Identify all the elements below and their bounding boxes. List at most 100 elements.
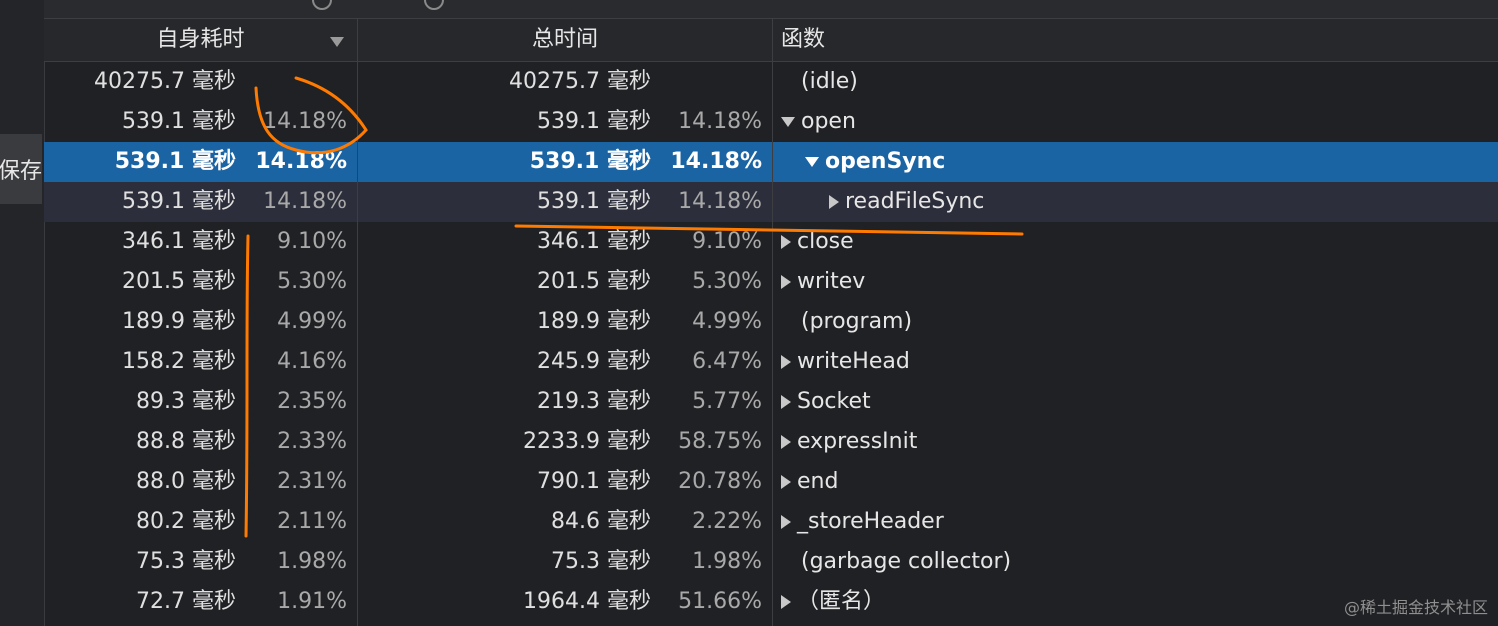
table-row[interactable]: 189.9 毫秒 4.99% 189.9 毫秒 4.99% (program): [44, 302, 1498, 342]
column-divider: [772, 19, 773, 626]
total-time-ms: 75.3 毫秒: [551, 549, 651, 574]
self-time-percent: 1.91%: [277, 589, 347, 614]
table-row[interactable]: 539.1 毫秒 14.18% 539.1 毫秒 14.18% open: [44, 102, 1498, 142]
table-row[interactable]: 88.0 毫秒 2.31% 790.1 毫秒 20.78% end: [44, 462, 1498, 502]
table-header: 自身耗时 总时间 函数: [44, 19, 1498, 62]
table-row[interactable]: 75.3 毫秒 1.98% 75.3 毫秒 1.98% (garbage collect…: [44, 542, 1498, 582]
function-cell: end: [781, 462, 838, 502]
function-name: openSync: [825, 149, 946, 174]
function-name: end: [797, 469, 839, 494]
function-name: Socket: [797, 389, 871, 414]
total-time-percent: 4.99%: [692, 309, 762, 334]
self-time-ms: 89.3 毫秒: [136, 389, 236, 414]
self-time-percent: 2.31%: [277, 469, 347, 494]
function-cell: open: [781, 102, 856, 142]
self-time-percent: 14.18%: [263, 109, 347, 134]
function-cell: （匿名）: [781, 582, 885, 622]
self-time-percent: 4.99%: [277, 309, 347, 334]
profile-table: 自身耗时 总时间 函数 40275.7 毫秒 40275.7 毫秒 (idle) 53…: [44, 19, 1498, 626]
total-time-percent: 14.18%: [678, 109, 762, 134]
total-time-ms: 1964.4 毫秒: [523, 589, 651, 614]
self-time-ms: 539.1 毫秒: [122, 189, 236, 214]
expanded-triangle-icon[interactable]: [781, 117, 795, 127]
function-name: writev: [797, 269, 866, 294]
total-time-ms: 189.9 毫秒: [537, 309, 651, 334]
table-row[interactable]: 88.8 毫秒 2.33% 2233.9 毫秒 58.75% expressInit: [44, 422, 1498, 462]
table-row[interactable]: 40275.7 毫秒 40275.7 毫秒 (idle): [44, 62, 1498, 102]
collapsed-triangle-icon[interactable]: [781, 275, 791, 289]
table-row[interactable]: 346.1 毫秒 9.10% 346.1 毫秒 9.10% close: [44, 222, 1498, 262]
total-time-percent: 14.18%: [670, 149, 762, 174]
self-time-label: 自身耗时: [156, 27, 245, 52]
self-time-ms: 158.2 毫秒: [122, 349, 236, 374]
table-row[interactable]: 539.1 毫秒 14.18% 539.1 毫秒 14.18% openSync: [44, 142, 1498, 182]
self-time-ms: 539.1 毫秒: [122, 109, 236, 134]
self-time-ms: 88.0 毫秒: [136, 469, 236, 494]
self-time-ms: 201.5 毫秒: [122, 269, 236, 294]
column-header-function[interactable]: 函数: [773, 19, 1498, 61]
top-toolbar: [44, 0, 1498, 19]
column-header-self-time[interactable]: 自身耗时: [44, 19, 357, 61]
total-time-ms: 40275.7 毫秒: [509, 69, 651, 94]
watermark: @稀土掘金技术社区: [1343, 598, 1488, 617]
total-time-ms: 2233.9 毫秒: [523, 429, 651, 454]
total-time-percent: 51.66%: [678, 589, 762, 614]
self-time-percent: 14.18%: [255, 149, 347, 174]
function-name: (program): [801, 309, 913, 334]
self-time-ms: 40275.7 毫秒: [94, 69, 236, 94]
radio-icon[interactable]: [424, 0, 444, 10]
collapsed-triangle-icon[interactable]: [781, 595, 791, 609]
total-time-ms: 219.3 毫秒: [537, 389, 651, 414]
total-time-percent: 58.75%: [678, 429, 762, 454]
collapsed-triangle-icon[interactable]: [781, 355, 791, 369]
radio-icon[interactable]: [312, 0, 332, 10]
function-cell: _storeHeader: [781, 502, 944, 542]
collapsed-triangle-icon[interactable]: [781, 475, 791, 489]
table-row[interactable]: 80.2 毫秒 2.11% 84.6 毫秒 2.22% _storeHeader: [44, 502, 1498, 542]
total-time-ms: 790.1 毫秒: [537, 469, 651, 494]
self-time-ms: 80.2 毫秒: [136, 509, 236, 534]
table-row[interactable]: 539.1 毫秒 14.18% 539.1 毫秒 14.18% readFileSync: [44, 182, 1498, 222]
save-button[interactable]: 保存: [0, 134, 42, 204]
collapsed-triangle-icon[interactable]: [781, 395, 791, 409]
collapsed-triangle-icon[interactable]: [781, 235, 791, 249]
total-time-percent: 5.77%: [692, 389, 762, 414]
function-cell: Socket: [781, 382, 871, 422]
left-pane: 保存: [0, 0, 45, 626]
self-time-ms: 72.7 毫秒: [136, 589, 236, 614]
total-time-ms: 201.5 毫秒: [537, 269, 651, 294]
collapsed-triangle-icon[interactable]: [781, 515, 791, 529]
function-cell: writev: [781, 262, 865, 302]
self-time-percent: 4.16%: [277, 349, 347, 374]
function-cell: (garbage collector): [781, 542, 1011, 582]
sort-descending-icon[interactable]: [330, 37, 344, 47]
table-row[interactable]: 72.7 毫秒 1.91% 1964.4 毫秒 51.66% （匿名）: [44, 582, 1498, 622]
total-time-percent: 2.22%: [692, 509, 762, 534]
self-time-ms: 75.3 毫秒: [136, 549, 236, 574]
function-name: （匿名）: [797, 589, 886, 614]
self-time-ms: 189.9 毫秒: [122, 309, 236, 334]
function-name: (idle): [801, 69, 858, 94]
self-time-percent: 1.98%: [277, 549, 347, 574]
function-name: _storeHeader: [797, 509, 944, 534]
self-time-percent: [244, 62, 347, 102]
function-name: writeHead: [797, 349, 910, 374]
collapsed-triangle-icon[interactable]: [781, 435, 791, 449]
table-row[interactable]: 89.3 毫秒 2.35% 219.3 毫秒 5.77% Socket: [44, 382, 1498, 422]
function-cell: (idle): [781, 62, 858, 102]
total-time-label: 总时间: [531, 27, 598, 52]
function-cell: (program): [781, 302, 912, 342]
total-time-ms: 539.1 毫秒: [529, 149, 651, 174]
table-row[interactable]: 201.5 毫秒 5.30% 201.5 毫秒 5.30% writev: [44, 262, 1498, 302]
self-time-percent: 9.10%: [277, 229, 347, 254]
expanded-triangle-icon[interactable]: [805, 157, 819, 167]
total-time-percent: 9.10%: [692, 229, 762, 254]
collapsed-triangle-icon[interactable]: [829, 195, 839, 209]
self-time-ms: 88.8 毫秒: [136, 429, 236, 454]
function-name: expressInit: [797, 429, 918, 454]
table-row[interactable]: 158.2 毫秒 4.16% 245.9 毫秒 6.47% writeHead: [44, 342, 1498, 382]
self-time-ms: 346.1 毫秒: [122, 229, 236, 254]
total-time-ms: 84.6 毫秒: [551, 509, 651, 534]
self-time-percent: 5.30%: [277, 269, 347, 294]
column-header-total-time[interactable]: 总时间: [358, 19, 772, 61]
